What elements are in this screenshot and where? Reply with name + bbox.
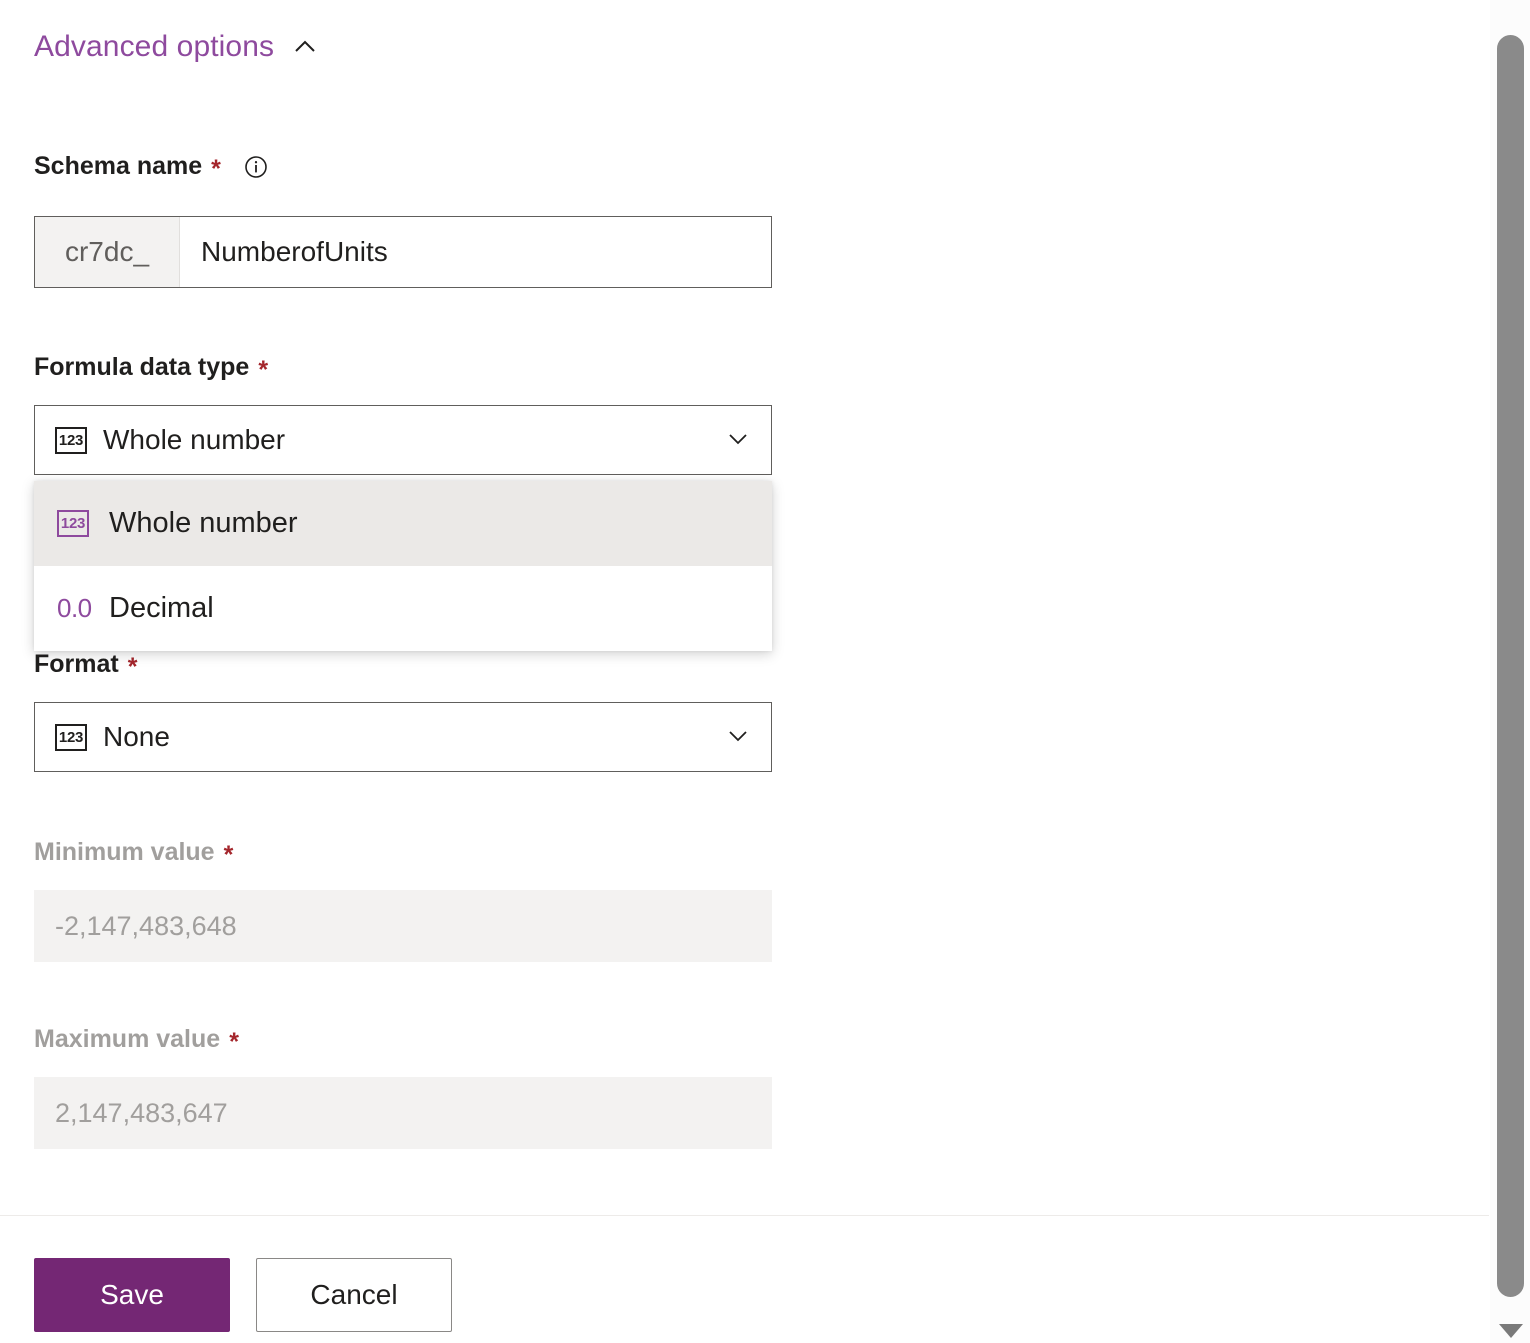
scroll-down-arrow[interactable]: [1499, 1324, 1523, 1338]
dropdown-option-whole-number[interactable]: 123 Whole number: [34, 481, 772, 566]
required-asterisk: *: [211, 157, 221, 182]
formula-data-type-select[interactable]: 123 Whole number: [34, 405, 772, 475]
footer-divider: [0, 1215, 1489, 1216]
required-asterisk: *: [229, 1030, 239, 1055]
formula-data-type-label: Formula data type *: [34, 353, 268, 382]
dropdown-option-label: Decimal: [109, 592, 214, 625]
required-asterisk: *: [128, 655, 138, 680]
minimum-value-label: Minimum value *: [34, 838, 233, 867]
format-selected-value: None: [103, 721, 723, 753]
footer-actions: Save Cancel: [34, 1258, 452, 1332]
cancel-button[interactable]: Cancel: [256, 1258, 452, 1332]
chevron-down-icon: [723, 423, 753, 458]
advanced-options-toggle[interactable]: Advanced options: [34, 30, 319, 64]
decimal-00-icon: 0.0: [57, 593, 89, 624]
number-123-icon: 123: [57, 510, 89, 537]
maximum-value-input: 2,147,483,647: [34, 1077, 772, 1149]
minimum-value-label-text: Minimum value: [34, 838, 215, 867]
maximum-value-label: Maximum value *: [34, 1025, 239, 1054]
vertical-scrollbar-thumb[interactable]: [1497, 35, 1524, 1297]
advanced-options-panel: Advanced options Schema name * cr7dc_ Nu…: [0, 0, 1489, 1343]
formula-data-type-dropdown-list[interactable]: 123 Whole number 0.0 Decimal: [34, 481, 772, 651]
chevron-down-icon: [723, 720, 753, 755]
formula-data-type-selected-value: Whole number: [103, 424, 723, 456]
format-label: Format *: [34, 650, 137, 679]
save-button[interactable]: Save: [34, 1258, 230, 1332]
schema-name-label-text: Schema name: [34, 152, 202, 181]
info-icon[interactable]: [244, 155, 268, 179]
schema-name-label: Schema name *: [34, 152, 268, 181]
minimum-value-input: -2,147,483,648: [34, 890, 772, 962]
dropdown-option-decimal[interactable]: 0.0 Decimal: [34, 566, 772, 651]
maximum-value-label-text: Maximum value: [34, 1025, 220, 1054]
schema-name-prefix: cr7dc_: [35, 217, 180, 287]
dropdown-option-label: Whole number: [109, 507, 298, 540]
required-asterisk: *: [258, 358, 268, 383]
required-asterisk: *: [224, 843, 234, 868]
format-label-text: Format: [34, 650, 119, 679]
chevron-up-icon: [291, 33, 319, 61]
schema-name-input[interactable]: NumberofUnits: [180, 217, 771, 287]
format-select[interactable]: 123 None: [34, 702, 772, 772]
number-123-icon: 123: [55, 427, 87, 454]
formula-data-type-label-text: Formula data type: [34, 353, 249, 382]
number-123-icon: 123: [55, 724, 87, 751]
vertical-scrollbar[interactable]: [1489, 0, 1530, 1343]
schema-name-input-group[interactable]: cr7dc_ NumberofUnits: [34, 216, 772, 288]
advanced-options-label: Advanced options: [34, 30, 274, 64]
